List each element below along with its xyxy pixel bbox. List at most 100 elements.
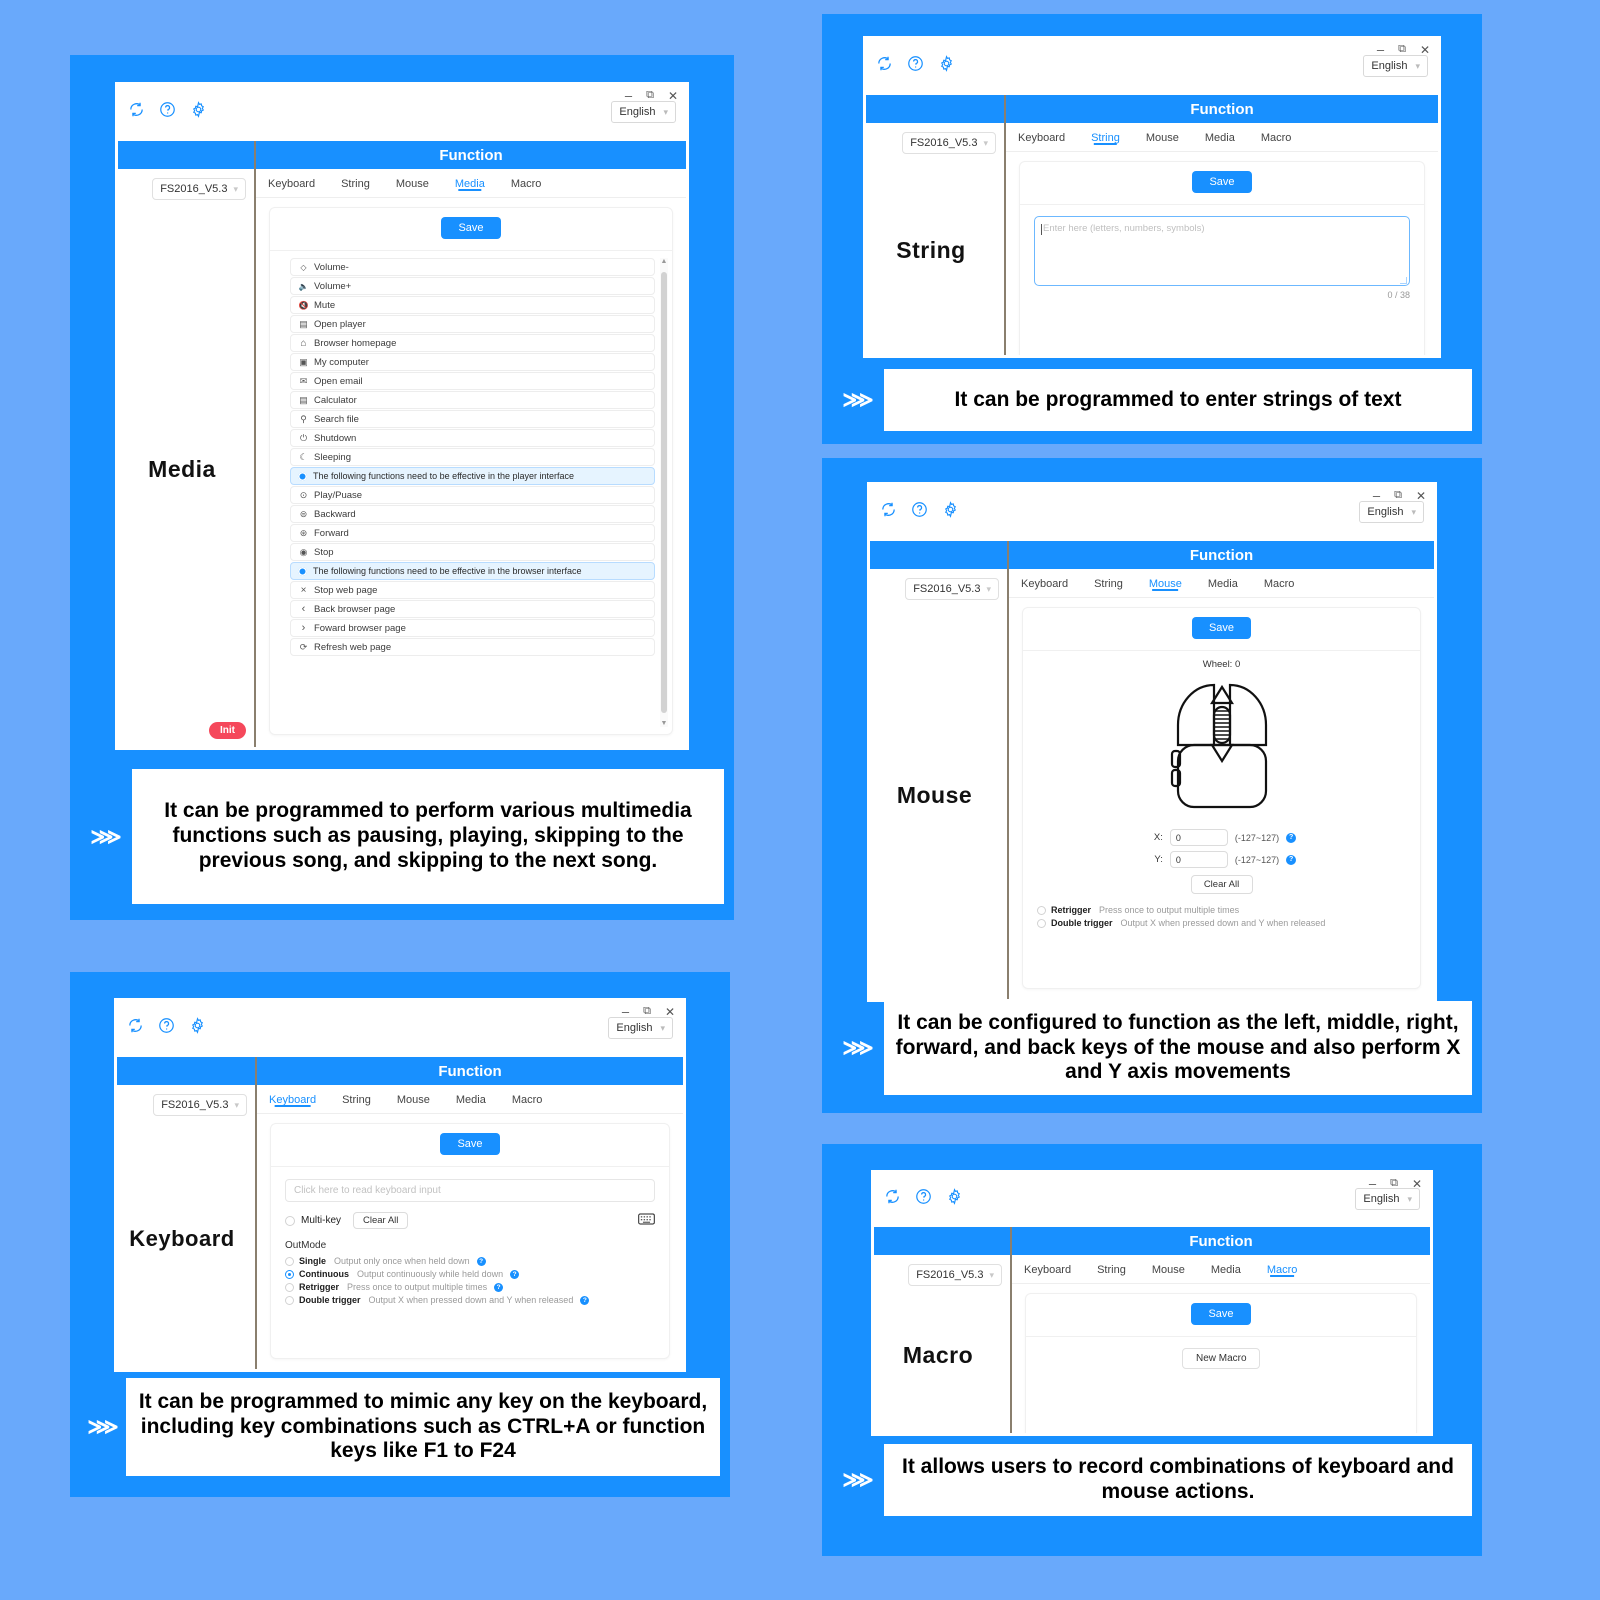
gear-icon[interactable] [189,1017,206,1034]
keyboard-input[interactable]: Click here to read keyboard input [285,1179,655,1202]
mouse-diagram[interactable] [1037,673,1406,823]
outmode-retrigger[interactable]: Retrigger Press once to output multiple … [285,1282,655,1292]
refresh-icon[interactable] [127,1017,144,1034]
minimize-icon[interactable]: – [1377,43,1384,56]
list-item[interactable]: ◉ Stop [290,543,655,561]
maximize-icon[interactable]: ⧉ [1394,490,1402,501]
y-input[interactable]: 0 [1169,851,1228,868]
maximize-icon[interactable]: ⧉ [1398,44,1406,55]
option-retrigger[interactable]: Retrigger Press once to output multiple … [1037,905,1406,915]
language-select[interactable]: English ▾ [1359,501,1424,523]
radio-icon[interactable] [1037,918,1046,928]
init-button[interactable]: Init [209,722,246,739]
list-item[interactable]: ▤ Open player [290,315,655,333]
window-controls[interactable]: – ⧉ ✕ [622,1005,675,1018]
close-icon[interactable]: ✕ [1420,44,1430,56]
gear-icon[interactable] [942,501,959,518]
keyboard-icon[interactable] [638,1213,655,1228]
outmode-continuous[interactable]: Continuous Output continuously while hel… [285,1269,655,1279]
refresh-icon[interactable] [880,501,897,518]
tab-string[interactable]: String [341,178,370,190]
help-icon[interactable]: ? [510,1269,520,1279]
tab-string[interactable]: String [1091,132,1120,144]
minimize-icon[interactable]: – [1373,489,1380,502]
scroll-up-icon[interactable]: ▲ [661,258,668,265]
language-select[interactable]: English ▾ [611,101,676,123]
save-button[interactable]: Save [441,217,501,239]
list-item[interactable]: 🔈 Volume+ [290,277,655,295]
save-button[interactable]: Save [440,1133,500,1155]
list-item[interactable]: ✉ Open email [290,372,655,390]
list-item[interactable]: ⌂ Browser homepage [290,334,655,352]
tab-mouse[interactable]: Mouse [1152,1264,1185,1276]
radio-icon[interactable] [285,1215,295,1226]
tab-mouse[interactable]: Mouse [1149,578,1182,590]
language-select[interactable]: English ▾ [1355,1188,1420,1210]
help-icon[interactable] [158,1017,175,1034]
list-item[interactable]: ⏻ Shutdown [290,429,655,447]
save-button[interactable]: Save [1191,1303,1251,1325]
list-item[interactable]: ⊛ Forward [290,524,655,542]
help-icon[interactable] [911,501,928,518]
list-item[interactable]: × Stop web page [290,581,655,599]
help-icon[interactable]: ? [494,1282,504,1292]
maximize-icon[interactable]: ⧉ [646,90,654,101]
list-item[interactable]: ▣ My computer [290,353,655,371]
tab-mouse[interactable]: Mouse [1146,132,1179,144]
language-select[interactable]: English ▾ [608,1017,673,1039]
tab-keyboard[interactable]: Keyboard [1024,1264,1071,1276]
help-icon[interactable]: ? [476,1256,486,1266]
help-icon[interactable]: ? [1286,854,1297,865]
clear-all-button[interactable]: Clear All [1190,875,1253,894]
clear-all-button[interactable]: Clear All [353,1212,409,1229]
device-select[interactable]: FS2016_V5.3 ▾ [908,1264,1002,1286]
radio-icon[interactable] [285,1256,294,1266]
tab-media[interactable]: Media [1211,1264,1241,1276]
help-icon[interactable] [159,101,176,118]
outmode-single[interactable]: Single Output only once when held down ? [285,1256,655,1266]
minimize-icon[interactable]: – [622,1005,629,1018]
refresh-icon[interactable] [884,1188,901,1205]
list-item[interactable]: › Foward browser page [290,619,655,637]
scroll-down-icon[interactable]: ▼ [661,720,668,727]
device-select[interactable]: FS2016_V5.3 ▾ [152,178,246,200]
list-item[interactable]: ☾ Sleeping [290,448,655,466]
close-icon[interactable]: ✕ [668,90,678,102]
help-icon[interactable] [907,55,924,72]
tab-macro[interactable]: Macro [511,178,542,190]
resize-grip-icon[interactable] [1400,277,1407,284]
refresh-icon[interactable] [876,55,893,72]
tab-keyboard[interactable]: Keyboard [1018,132,1065,144]
radio-icon[interactable] [285,1269,294,1279]
list-item[interactable]: ⊜ Backward [290,505,655,523]
tab-media[interactable]: Media [456,1094,486,1106]
option-double-trigger[interactable]: Double trigger Output X when pressed dow… [1037,918,1406,928]
vertical-scrollbar[interactable]: ▲ ▼ [660,258,668,727]
device-select[interactable]: FS2016_V5.3 ▾ [902,132,996,154]
tab-media[interactable]: Media [455,178,485,190]
gear-icon[interactable] [190,101,207,118]
tab-mouse[interactable]: Mouse [397,1094,430,1106]
string-input[interactable]: Enter here (letters, numbers, symbols) [1034,216,1410,286]
language-select[interactable]: English ▾ [1363,55,1428,77]
radio-icon[interactable] [1037,905,1046,915]
list-item[interactable]: ‹ Back browser page [290,600,655,618]
tab-string[interactable]: String [1097,1264,1126,1276]
tab-keyboard[interactable]: Keyboard [269,1094,316,1106]
x-input[interactable]: 0 [1169,829,1228,846]
window-controls[interactable]: – ⧉ ✕ [625,89,678,102]
scrollbar-thumb[interactable] [661,272,667,713]
radio-icon[interactable] [285,1282,294,1292]
tab-macro[interactable]: Macro [512,1094,543,1106]
save-button[interactable]: Save [1192,171,1252,193]
list-item[interactable]: ▤ Calculator [290,391,655,409]
window-controls[interactable]: – ⧉ ✕ [1373,489,1426,502]
list-item[interactable]: ◇ Volume- [290,258,655,276]
outmode-double-trigger[interactable]: Double trigger Output X when pressed dow… [285,1295,655,1305]
tab-media[interactable]: Media [1208,578,1238,590]
help-icon[interactable] [915,1188,932,1205]
help-icon[interactable]: ? [1286,832,1297,843]
tab-keyboard[interactable]: Keyboard [268,178,315,190]
tab-macro[interactable]: Macro [1261,132,1292,144]
close-icon[interactable]: ✕ [665,1006,675,1018]
